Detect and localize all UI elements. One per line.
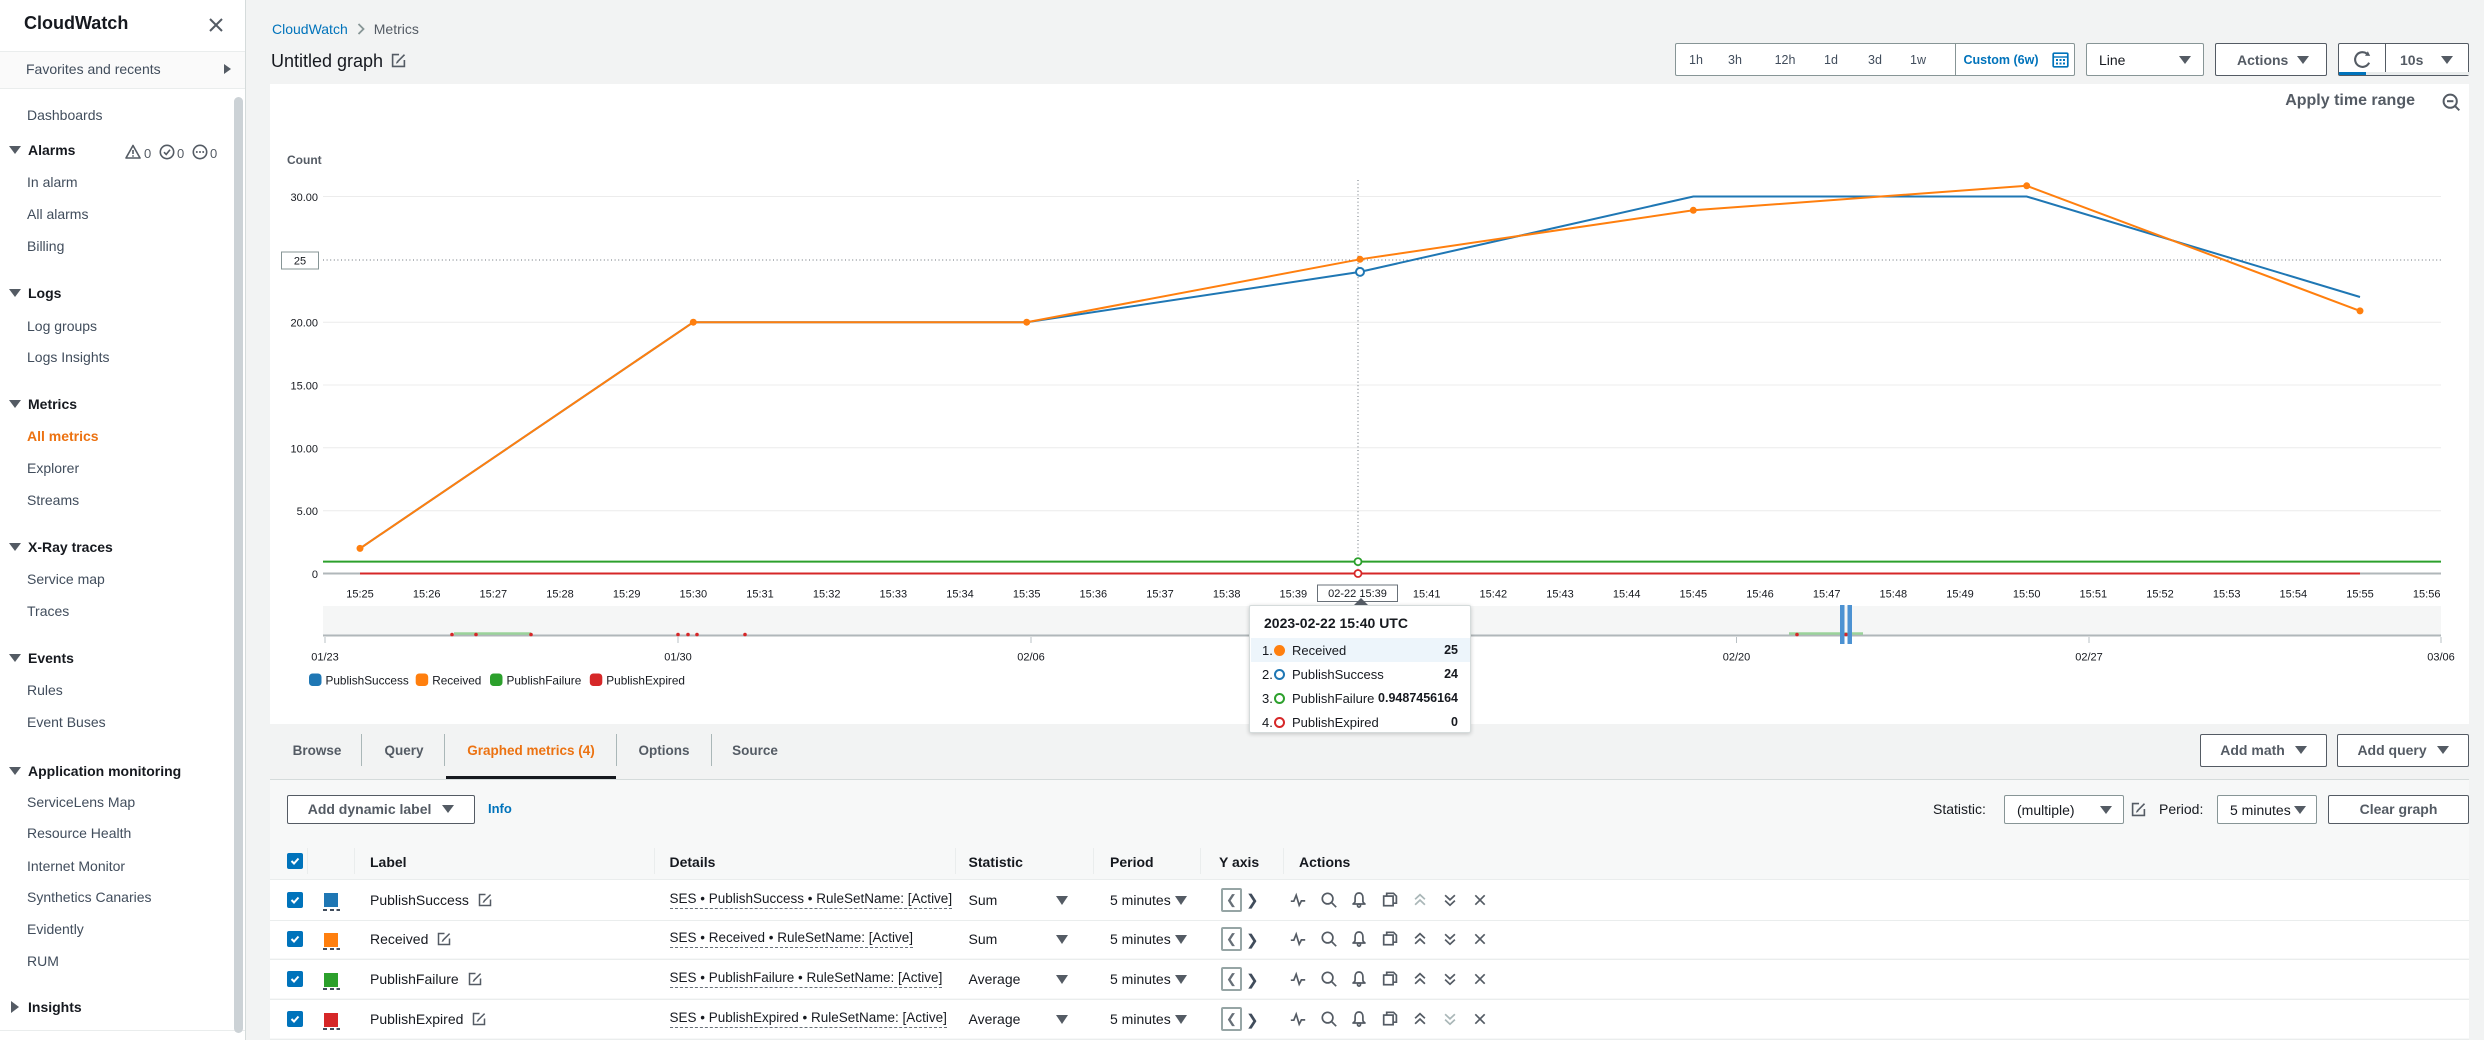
svg-text:15:35: 15:35 — [1013, 589, 1041, 601]
svg-text:PublishSuccess: PublishSuccess — [326, 674, 409, 688]
svg-text:15:41: 15:41 — [1413, 589, 1441, 601]
svg-text:15:56: 15:56 — [2413, 589, 2441, 601]
svg-text:15:26: 15:26 — [413, 589, 441, 601]
svg-text:15:28: 15:28 — [546, 589, 574, 601]
svg-text:15:37: 15:37 — [1146, 589, 1174, 601]
svg-text:15:53: 15:53 — [2213, 589, 2241, 601]
svg-text:15:38: 15:38 — [1213, 589, 1241, 601]
svg-text:15:54: 15:54 — [2280, 589, 2308, 601]
svg-text:15.00: 15.00 — [290, 381, 318, 393]
svg-text:01/23: 01/23 — [311, 652, 339, 664]
svg-text:5.00: 5.00 — [297, 506, 318, 518]
svg-text:15:48: 15:48 — [1880, 589, 1908, 601]
svg-text:15:31: 15:31 — [746, 589, 774, 601]
svg-text:15:51: 15:51 — [2080, 589, 2108, 601]
svg-text:15:32: 15:32 — [813, 589, 841, 601]
svg-text:25: 25 — [294, 256, 306, 268]
svg-text:PublishExpired: PublishExpired — [606, 674, 685, 688]
svg-text:15:25: 15:25 — [346, 589, 374, 601]
svg-text:02/20: 02/20 — [1723, 652, 1751, 664]
svg-text:15:50: 15:50 — [2013, 589, 2041, 601]
svg-text:15:46: 15:46 — [1746, 589, 1774, 601]
svg-text:02/27: 02/27 — [2075, 652, 2103, 664]
svg-text:15:45: 15:45 — [1680, 589, 1708, 601]
svg-text:PublishFailure: PublishFailure — [507, 674, 582, 688]
svg-text:15:42: 15:42 — [1480, 589, 1508, 601]
svg-text:15:30: 15:30 — [680, 589, 708, 601]
svg-text:15:44: 15:44 — [1613, 589, 1641, 601]
svg-text:Received: Received — [432, 674, 481, 688]
svg-text:03/06: 03/06 — [2427, 652, 2455, 664]
svg-text:0: 0 — [312, 569, 318, 581]
svg-text:Count: Count — [287, 153, 322, 167]
svg-text:15:43: 15:43 — [1546, 589, 1574, 601]
svg-text:15:55: 15:55 — [2346, 589, 2374, 601]
svg-text:15:27: 15:27 — [480, 589, 508, 601]
svg-text:15:29: 15:29 — [613, 589, 641, 601]
svg-text:15:52: 15:52 — [2146, 589, 2174, 601]
svg-text:01/30: 01/30 — [664, 652, 692, 664]
svg-text:20.00: 20.00 — [290, 318, 318, 330]
svg-text:02/06: 02/06 — [1017, 652, 1045, 664]
svg-text:15:47: 15:47 — [1813, 589, 1841, 601]
svg-text:15:49: 15:49 — [1946, 589, 1974, 601]
svg-text:15:36: 15:36 — [1080, 589, 1108, 601]
svg-text:15:39: 15:39 — [1280, 589, 1308, 601]
svg-text:10.00: 10.00 — [290, 443, 318, 455]
svg-text:15:33: 15:33 — [880, 589, 908, 601]
svg-text:30.00: 30.00 — [290, 192, 318, 204]
svg-text:15:34: 15:34 — [946, 589, 974, 601]
